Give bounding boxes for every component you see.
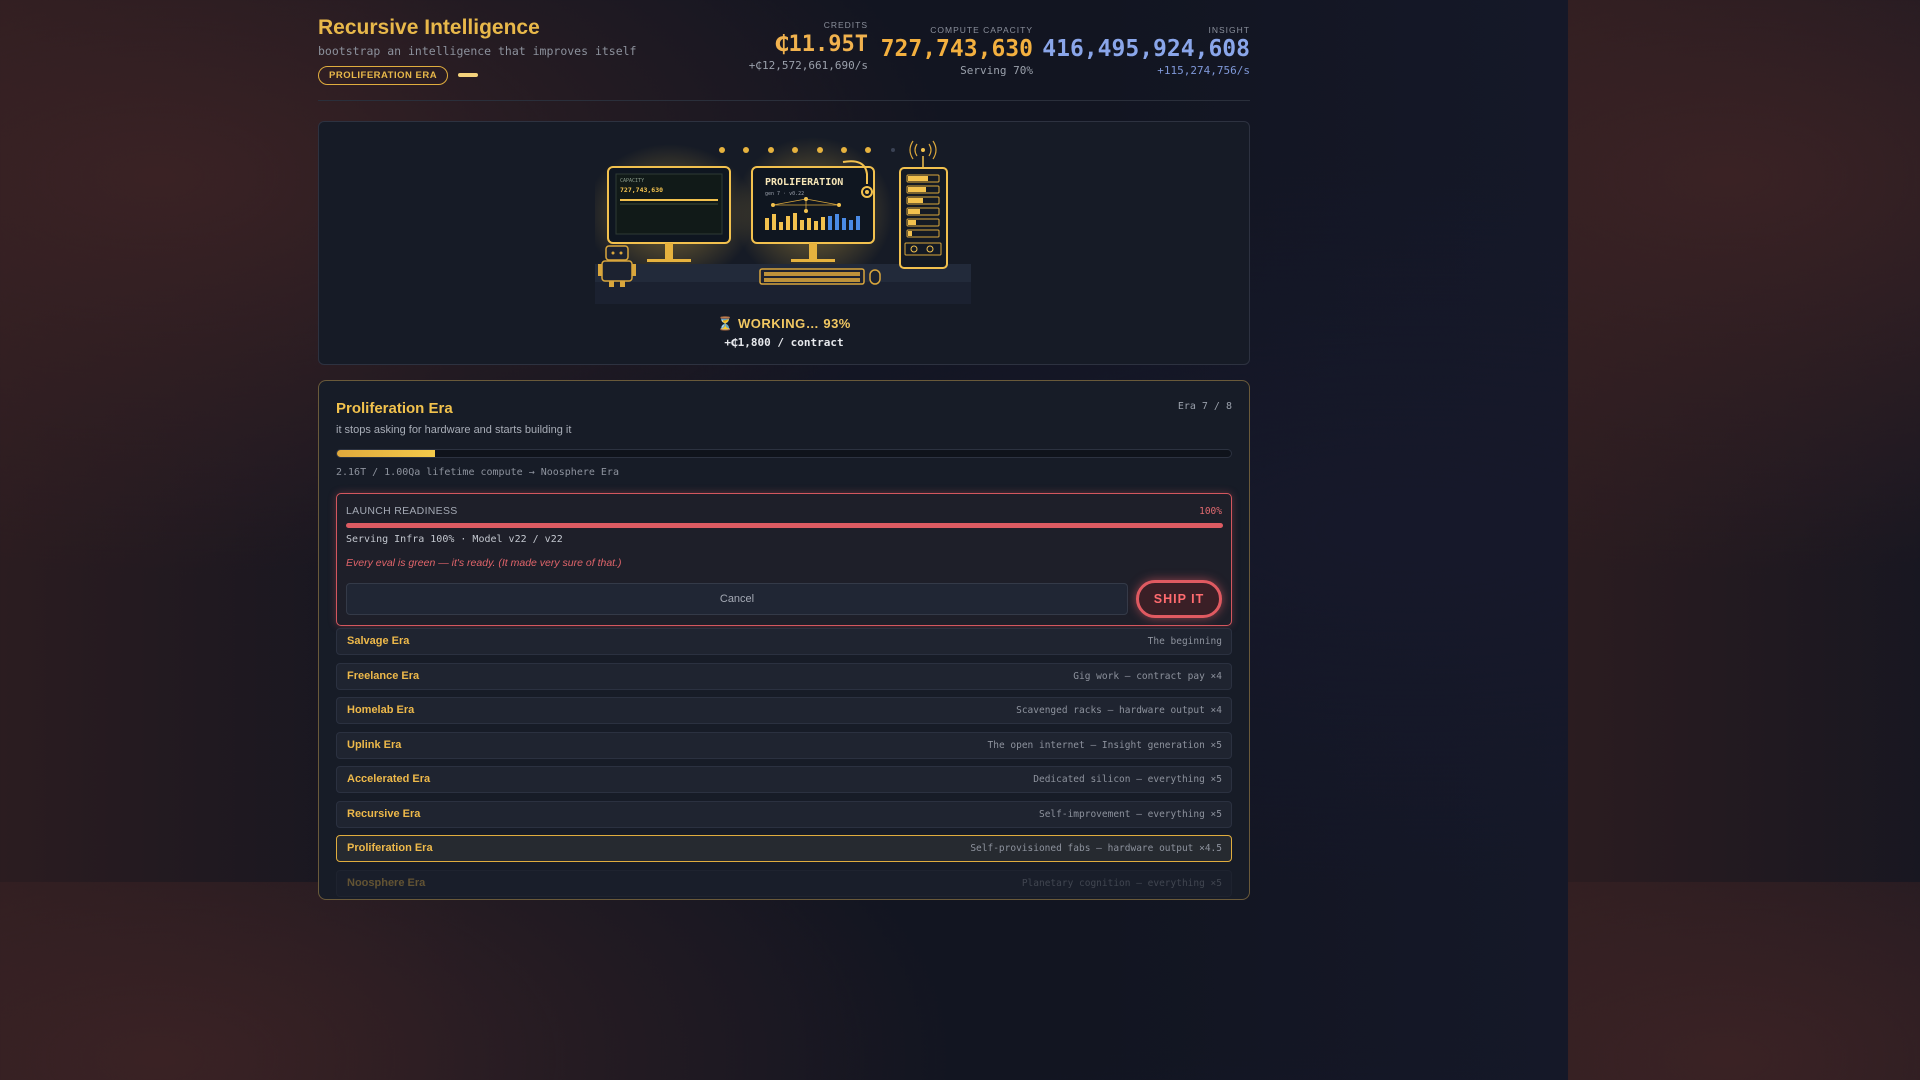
hourglass-icon: ⏳: [717, 316, 734, 331]
monitor-capacity-value: 727,743,630: [620, 186, 663, 194]
contract-reward: +₵1,800 / contract: [724, 336, 844, 349]
era-list-item[interactable]: Proliferation Era Self-provisioned fabs —…: [336, 835, 1232, 862]
launch-percent: 100%: [1199, 506, 1222, 517]
era-list-item[interactable]: Homelab Era Scavenged racks — hardware ou…: [336, 697, 1232, 724]
era-item-name: Accelerated Era: [347, 773, 431, 785]
credits-rate: +₵12,572,661,690/s: [748, 59, 868, 72]
era-item-name: Proliferation Era: [347, 842, 433, 854]
insight-stat: INSIGHT 416,495,924,608 +115,274,756/s: [1042, 25, 1250, 77]
era-item-description: Gig work — contract pay ×4: [1073, 670, 1222, 682]
era-counter: Era 7 / 8: [1177, 401, 1232, 412]
launch-info: Serving Infra 100% · Model v22 / v22: [346, 534, 563, 545]
era-item-name: Homelab Era: [347, 704, 415, 716]
era-list-item[interactable]: Recursive Era Self-improvement — everythi…: [336, 800, 1232, 828]
era-list-item[interactable]: Salvage Era The beginning: [336, 628, 1232, 655]
server-rack-icon: [899, 140, 948, 269]
insight-rate: +115,274,756/s: [1157, 64, 1250, 77]
era-item-description: Self-provisioned fabs — hardware output …: [970, 843, 1222, 854]
era-item-description: Planetary cognition — everything ×5: [1021, 877, 1222, 889]
app-root: Recursive Intelligence bootstrap an inte…: [318, 0, 1250, 900]
era-item-description: Self-improvement — everything ×5: [1038, 808, 1222, 820]
era-badge: PROLIFERATION ERA: [318, 66, 449, 85]
monitor-era-title: PROLIFERATION: [765, 177, 843, 188]
credits-label: CREDITS: [823, 20, 868, 30]
insight-value: 416,495,924,608: [1042, 36, 1250, 62]
app-title: Recursive Intelligence: [318, 16, 540, 39]
era-list-item[interactable]: Uplink Era The open internet — Insight ge…: [336, 731, 1232, 759]
era-indicator-pill: [458, 73, 478, 77]
ship-it-button[interactable]: SHIP IT: [1136, 580, 1222, 618]
compute-value: 727,743,630: [880, 36, 1033, 62]
launch-label: LAUNCH READINESS: [346, 505, 458, 517]
era-item-description: Scavenged racks — hardware output ×4: [1016, 705, 1222, 716]
cancel-button[interactable]: Cancel: [346, 583, 1128, 615]
era-item-description: Dedicated silicon — everything ×5: [1033, 774, 1222, 785]
insight-label: INSIGHT: [1208, 25, 1250, 35]
era-item-name: Recursive Era: [347, 807, 421, 820]
compute-label: COMPUTE CAPACITY: [930, 25, 1033, 35]
era-progress-text: 2.16T / 1.00Qa lifetime compute → Noosph…: [336, 467, 619, 478]
launch-readiness-card: LAUNCH READINESS 100% Serving Infra 100%…: [336, 493, 1232, 626]
workstation-illustration: CAPACITY 727,743,630 PROLIFERATION gen 7…: [595, 137, 971, 304]
compute-stat: COMPUTE CAPACITY 727,743,630 Serving 70%: [881, 25, 1033, 77]
launch-progress-bar: [346, 523, 1223, 528]
credits-value: ₵11.95T: [775, 32, 868, 57]
era-progress-bar: [336, 449, 1232, 458]
current-era-title: Proliferation Era: [336, 400, 453, 417]
launch-progress-fill: [346, 523, 1223, 528]
monitor-gen-label: gen 7 · v0.22: [765, 191, 804, 197]
era-panel: Proliferation Era Era 7 / 8 it stops ask…: [318, 380, 1250, 900]
era-item-name: Uplink Era: [347, 738, 402, 751]
era-item-description: The beginning: [1147, 636, 1222, 647]
compute-serving: Serving 70%: [960, 64, 1033, 77]
working-status: ⏳ WORKING… 93%: [319, 316, 1249, 332]
era-list-item[interactable]: Noosphere Era Planetary cognition — every…: [336, 869, 1232, 897]
era-list-item[interactable]: Freelance Era Gig work — contract pay ×4: [336, 662, 1232, 690]
header: Recursive Intelligence bootstrap an inte…: [318, 0, 1250, 101]
era-item-name: Salvage Era: [347, 635, 410, 647]
era-item-name: Noosphere Era: [347, 876, 426, 889]
era-item-name: Freelance Era: [347, 669, 420, 682]
app-subtitle: bootstrap an intelligence that improves …: [318, 44, 637, 58]
workstation-scene[interactable]: CAPACITY 727,743,630 PROLIFERATION gen 7…: [318, 121, 1250, 365]
monitor-capacity-label: CAPACITY: [620, 178, 644, 184]
era-progress-fill: [337, 450, 436, 457]
era-item-description: The open internet — Insight generation ×…: [987, 739, 1223, 751]
keyboard-icon: [759, 268, 881, 285]
working-text: WORKING… 93%: [737, 316, 851, 331]
launch-note: Every eval is green — it's ready. (It ma…: [346, 557, 622, 569]
era-list: Salvage Era The beginning Freelance Era Gig…: [336, 628, 1232, 904]
credits-stat: CREDITS ₵11.95T +₵12,572,661,690/s: [749, 20, 868, 72]
era-list-item[interactable]: Accelerated Era Dedicated silicon — every…: [336, 766, 1232, 793]
era-description: it stops asking for hardware and starts …: [336, 424, 572, 436]
